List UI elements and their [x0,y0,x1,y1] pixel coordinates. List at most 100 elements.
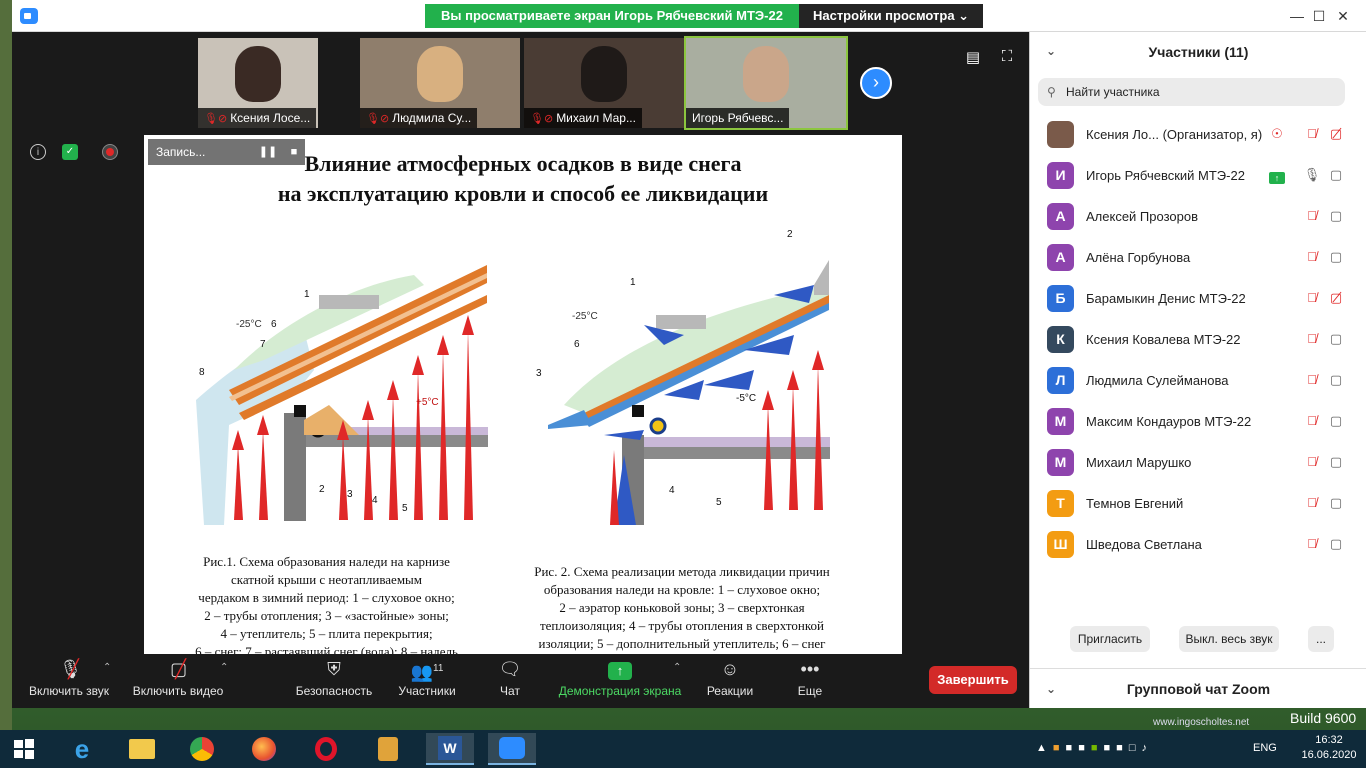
mic-muted-icon[interactable]: 🎙̸ [1303,126,1321,141]
video-off-icon[interactable]: ▢̸ [1327,290,1345,306]
video-icon[interactable]: ▢ [1327,372,1345,388]
view-settings-button[interactable]: Настройки просмотра ⌄ [798,4,984,28]
expand-chevron-icon[interactable]: ⌄ [1046,669,1056,709]
mic-muted-icon[interactable]: 🎙̸ [1303,208,1321,223]
tray-nvidia-icon[interactable]: ■ [1091,742,1104,754]
video-icon[interactable]: ▢ [1327,536,1345,552]
fullscreen-icon[interactable]: ⛶ [997,48,1017,66]
chrome-icon[interactable] [178,733,226,765]
tray-app-icon[interactable]: ■ [1116,742,1129,754]
participant-row[interactable]: Т Темнов Евгений 🎙̸ ▢ [1030,483,1366,524]
thumbnail-name-bar: 🎙⊘ Михаил Мар... [524,108,642,128]
mute-all-button[interactable]: Выкл. весь звук [1179,626,1279,652]
participant-row[interactable]: М Максим Кондауров МТЭ-22 🎙̸ ▢ [1030,401,1366,442]
unmute-button[interactable]: 🎙╱ Включить звук [24,654,114,708]
start-windows-icon[interactable] [0,733,48,765]
info-icon[interactable]: i [30,144,46,160]
notes-app-icon[interactable] [364,733,412,765]
tray-app-icon[interactable]: ■ [1104,742,1117,754]
end-meeting-button[interactable]: Завершить [929,666,1017,694]
participant-row[interactable]: Л Людмила Сулейманова 🎙̸ ▢ [1030,360,1366,401]
mic-muted-icon[interactable]: 🎙̸ [1303,413,1321,428]
mic-muted-icon[interactable]: 🎙̸ [1303,372,1321,387]
zoom-window: Вы просматриваете экран Игорь Рябчевский… [12,0,1366,708]
participant-row[interactable]: Б Барамыкин Денис МТЭ-22 🎙̸ ▢̸ [1030,278,1366,319]
mic-muted-icon[interactable]: 🎙̸ [1303,536,1321,551]
share-screen-button[interactable]: ↑ Демонстрация экрана [558,654,682,708]
language-indicator[interactable]: ENG [1253,742,1277,754]
tray-app-icon[interactable]: ■ [1053,742,1066,754]
share-screen-icon: ↑ [558,654,682,684]
tray-arrow-icon[interactable]: ▲ [1036,742,1053,754]
video-icon[interactable]: ▢ [1327,249,1345,265]
participant-row[interactable]: М Михаил Марушко 🎙̸ ▢ [1030,442,1366,483]
tray-app-icon[interactable]: ■ [1078,742,1091,754]
collapse-chevron-icon[interactable]: ⌄ [1046,44,1056,58]
participants-button[interactable]: 👥11 Участники [392,654,462,708]
participants-icon: 👥11 [410,662,444,682]
next-page-arrow-icon[interactable]: › [860,67,892,99]
video-icon[interactable]: ▢ [1327,413,1345,429]
start-video-button[interactable]: ▢╱ Включить видео [130,654,226,708]
video-icon[interactable]: ▢ [1327,208,1345,224]
word-icon[interactable]: W [426,733,474,765]
video-thumbnail[interactable]: 🎙⊘ Людмила Су... [360,38,520,128]
tray-volume-icon[interactable]: ♪ [1141,742,1153,754]
close-icon[interactable]: ✕ [1320,0,1366,32]
more-button[interactable]: ••• Еще [792,654,828,708]
mic-muted-icon[interactable]: 🎙̸ [1303,331,1321,346]
firefox-icon[interactable] [240,733,288,765]
participant-search-input[interactable]: ⚲ Найти участника [1038,78,1345,106]
video-icon[interactable]: ▢ [1327,167,1345,183]
share-options-caret-icon[interactable]: ⌃ [673,662,681,673]
video-thumbnail-active-speaker[interactable]: Игорь Рябчевс... [684,36,848,130]
more-dots-icon: ••• [800,659,820,679]
participant-name: Максим Кондауров МТЭ-22 [1086,414,1252,429]
screen-share-banner: Вы просматриваете экран Игорь Рябчевский… [425,4,984,28]
video-thumbnail[interactable]: 🎙⊘ Михаил Мар... [524,38,684,128]
zoom-taskbar-icon[interactable] [488,733,536,765]
group-chat-header[interactable]: ⌄ Групповой чат Zoom [1030,668,1366,708]
panel-more-button[interactable]: ... [1308,626,1334,652]
security-label: Безопасность [295,684,373,698]
pause-recording-icon[interactable]: ❚❚ [258,139,278,165]
gallery-view-icon[interactable]: ▤ [963,48,983,66]
mic-muted-icon[interactable]: 🎙̸ [1303,249,1321,264]
chat-button[interactable]: 🗨 Чат [488,654,532,708]
encryption-shield-icon[interactable]: ✓ [62,144,78,160]
participant-row[interactable]: К Ксения Ковалева МТЭ-22 🎙̸ ▢ [1030,319,1366,360]
tray-network-icon[interactable]: □ [1129,742,1142,754]
internet-explorer-icon[interactable]: e [58,733,106,765]
participant-row[interactable]: Ш Шведова Светлана 🎙̸ ▢ [1030,524,1366,565]
wallpaper-watermark: www.ingoscholtes.net [1153,717,1250,728]
participant-video [581,46,627,102]
video-icon[interactable]: ▢ [1327,331,1345,347]
thumbnail-name-bar: Игорь Рябчевс... [686,108,790,128]
tray-app-icon[interactable]: ■ [1066,742,1079,754]
video-icon[interactable]: ▢ [1327,495,1345,511]
video-off-icon[interactable]: ▢̸ [1327,126,1345,142]
reactions-button[interactable]: ☺ Реакции [702,654,758,708]
participant-row[interactable]: Ксения Ло... (Организатор, я) ☉ 🎙̸ ▢̸ [1030,114,1366,155]
stop-recording-icon[interactable]: ■ [284,139,304,165]
participant-row[interactable]: И Игорь Рябчевский МТЭ-22 ↑ 🎙 ▢ [1030,155,1366,196]
video-options-caret-icon[interactable]: ⌃ [220,662,228,673]
video-thumbnail[interactable]: 🎙⊘ Ксения Лосе... [198,38,318,128]
opera-icon[interactable] [302,733,350,765]
invite-button[interactable]: Пригласить [1070,626,1150,652]
mic-muted-icon[interactable]: 🎙̸ [1303,454,1321,469]
security-button[interactable]: ⛨ Безопасность [294,654,374,708]
taskbar-clock[interactable]: 16:32 16.06.2020 [1296,733,1362,763]
participant-row[interactable]: А Алексей Прозоров 🎙̸ ▢ [1030,196,1366,237]
caption-line: скатной крыши с неотапливаемым [230,572,423,587]
participant-row[interactable]: А Алёна Горбунова 🎙̸ ▢ [1030,237,1366,278]
mic-muted-icon[interactable]: 🎙̸ [1303,495,1321,510]
audio-options-caret-icon[interactable]: ⌃ [103,662,111,673]
video-icon[interactable]: ▢ [1327,454,1345,470]
fig2-callout: 6 [574,339,580,350]
mic-muted-icon: 🎙⊘ [530,113,554,125]
viewing-screen-label: Вы просматриваете экран Игорь Рябчевский… [425,4,799,28]
file-explorer-icon[interactable] [118,733,166,765]
mic-muted-icon[interactable]: 🎙̸ [1303,290,1321,305]
mic-icon[interactable]: 🎙 [1303,167,1321,183]
